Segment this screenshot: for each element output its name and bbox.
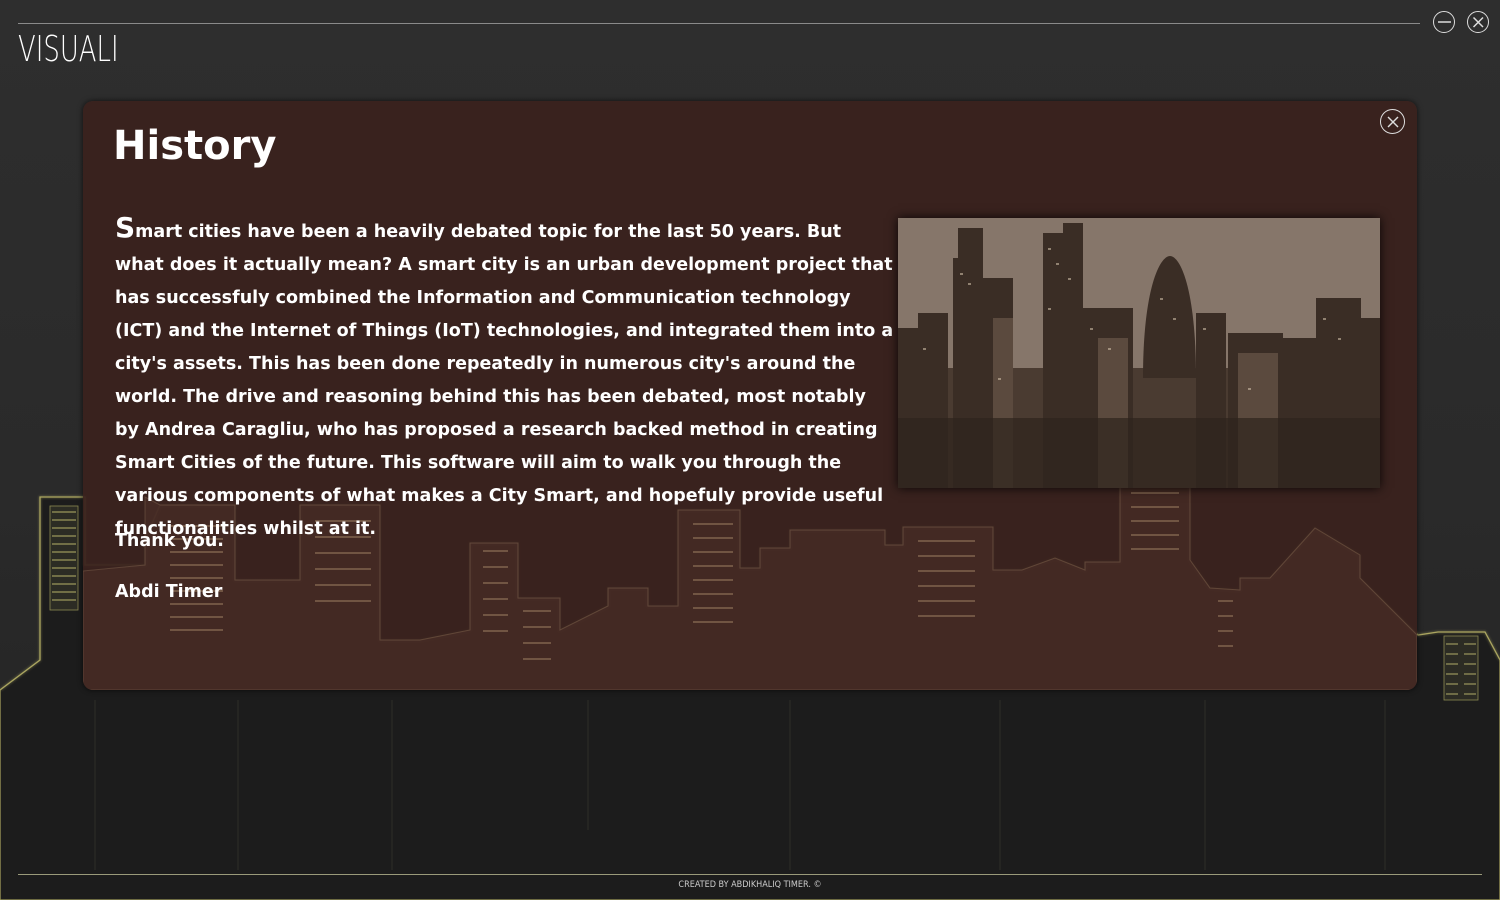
minimize-icon <box>1438 21 1451 23</box>
modal-title: History <box>113 123 277 169</box>
modal-close-button[interactable] <box>1380 109 1405 134</box>
close-icon <box>1387 116 1399 128</box>
header-divider <box>18 23 1420 24</box>
close-icon <box>1472 16 1484 28</box>
history-modal: History Smart cities have been a heavily… <box>83 101 1417 690</box>
footer-divider <box>18 874 1482 875</box>
history-paragraph: Smart cities have been a heavily debated… <box>115 211 895 546</box>
app-title: VISUALI <box>18 29 119 70</box>
footer-credit: CREATED BY ABDIKHALIQ TIMER. © <box>678 880 822 890</box>
window-close-button[interactable] <box>1467 11 1489 33</box>
history-body-text: mart cities have been a heavily debated … <box>115 222 894 539</box>
minimize-button[interactable] <box>1433 11 1455 33</box>
author-name: Abdi Timer <box>115 582 223 602</box>
thanks-text: Thank you. <box>115 531 224 551</box>
drop-cap: S <box>115 211 136 244</box>
city-skyline-photo <box>898 218 1380 488</box>
